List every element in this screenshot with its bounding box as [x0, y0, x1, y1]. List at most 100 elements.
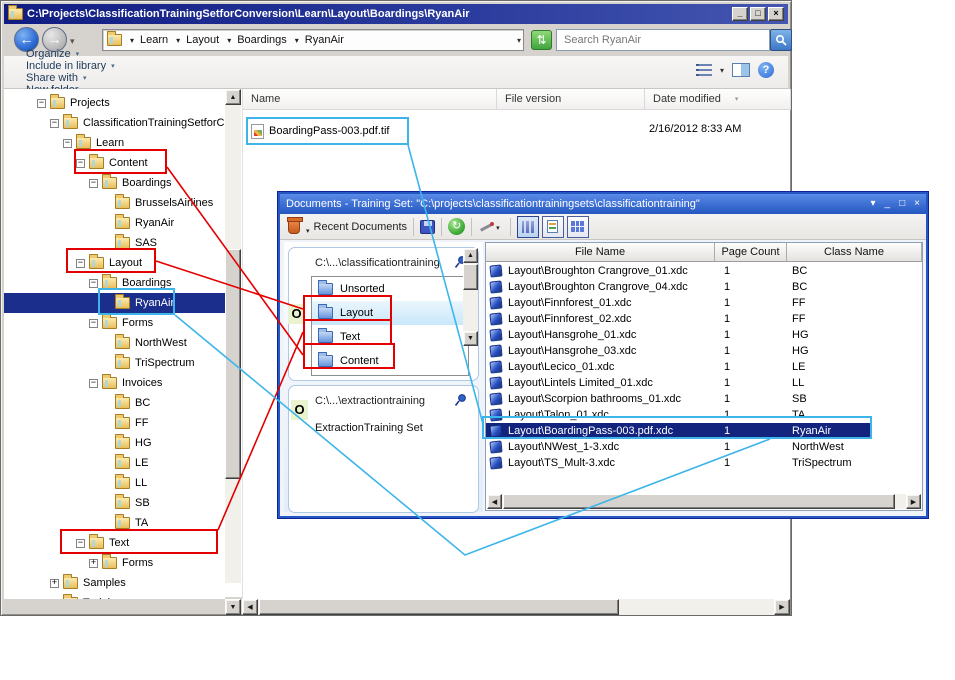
tree-item-layout[interactable]: −Layout — [4, 253, 225, 273]
maximize-button[interactable]: □ — [750, 7, 766, 21]
table-row[interactable]: Layout\Finnforest_02.xdc1FF — [486, 311, 922, 327]
close-button[interactable]: × — [768, 7, 784, 21]
view-document-toggle[interactable] — [542, 216, 564, 238]
tree-item-hg[interactable]: HG — [4, 433, 225, 453]
tree-item-forms[interactable]: +Forms — [4, 553, 225, 573]
table-row[interactable]: Layout\Broughton Crangrove_04.xdc1BC — [486, 279, 922, 295]
change-view-caret-icon[interactable]: ▾ — [720, 66, 724, 75]
tree-item-ff[interactable]: FF — [4, 413, 225, 433]
collapse-icon[interactable]: − — [76, 159, 85, 168]
class-item-unsorted[interactable]: Unsorted — [312, 277, 468, 301]
scroll-thumb[interactable] — [503, 494, 895, 509]
expand-icon[interactable]: + — [89, 559, 98, 568]
breadcrumb-segment[interactable]: Learn — [140, 34, 168, 46]
collapse-icon[interactable]: − — [76, 259, 85, 268]
table-row[interactable]: Layout\TS_Mult-3.xdc1TriSpectrum — [486, 455, 922, 471]
collapse-icon[interactable]: − — [89, 319, 98, 328]
breadcrumb-segment[interactable]: Layout — [186, 34, 219, 46]
breadcrumb-segment[interactable]: RyanAir — [305, 34, 344, 46]
expand-icon[interactable]: + — [50, 599, 59, 600]
scroll-up-icon[interactable]: ▲ — [225, 89, 241, 105]
preview-pane-icon[interactable] — [732, 63, 750, 77]
table-row[interactable]: Layout\NWest_1-3.xdc1NorthWest — [486, 439, 922, 455]
view-columns-toggle[interactable] — [517, 216, 539, 238]
class-item-text[interactable]: Text — [312, 325, 468, 349]
change-view-icon[interactable] — [696, 63, 712, 77]
scroll-right-icon[interactable]: ▶ — [774, 599, 790, 615]
extraction-training-set-name[interactable]: ExtractionTraining Set — [315, 422, 423, 434]
search-button[interactable] — [770, 29, 792, 51]
column-header-file-version[interactable]: File version — [497, 89, 645, 110]
table-row[interactable]: Layout\Scorpion bathrooms_01.xdc1SB — [486, 391, 922, 407]
toolbar-item-organize[interactable]: Organize▾ — [26, 48, 115, 60]
collapse-icon[interactable]: − — [37, 99, 46, 108]
breadcrumb-arrow-icon[interactable]: ▾ — [227, 36, 231, 45]
explorer-titlebar[interactable]: C:\Projects\ClassificationTrainingSetfor… — [4, 4, 788, 24]
scroll-thumb[interactable] — [225, 249, 241, 479]
table-row[interactable]: Layout\Lecico_01.xdc1LE — [486, 359, 922, 375]
tree-item-classificationtrainingsetforc[interactable]: −ClassificationTrainingSetforC — [4, 113, 225, 133]
tree-scrollbar[interactable]: ▲ — [225, 89, 241, 599]
tree-item-samples[interactable]: +Samples — [4, 573, 225, 593]
breadcrumb-dropdown-icon[interactable]: ▾ — [517, 36, 521, 45]
breadcrumb[interactable]: ▾ Learn ▾ Layout ▾ Boardings ▾ RyanAir ▾ — [102, 29, 524, 51]
dialog-menu-icon[interactable]: ▾ — [871, 195, 876, 213]
dialog-minimize-button[interactable]: _ — [885, 195, 891, 213]
class-list-scrollbar[interactable]: ▲ ▼ — [463, 248, 478, 346]
table-row[interactable]: Layout\Talon_01.xdc1TA — [486, 407, 922, 423]
view-thumbnails-toggle[interactable] — [567, 216, 589, 238]
table-column-header-class-name[interactable]: Class Name — [787, 243, 922, 262]
tree-item-northwest[interactable]: NorthWest — [4, 333, 225, 353]
breadcrumb-arrow-icon[interactable]: ▾ — [295, 36, 299, 45]
collapse-icon[interactable]: − — [89, 379, 98, 388]
tree-item-text[interactable]: −Text — [4, 533, 225, 553]
dialog-close-button[interactable]: × — [914, 195, 920, 213]
tree-item-ll[interactable]: LL — [4, 473, 225, 493]
class-item-content[interactable]: Content — [312, 349, 468, 373]
table-row[interactable]: Layout\Hansgrohe_01.xdc1HG — [486, 327, 922, 343]
table-row[interactable]: Layout\Lintels Limited_01.xdc1LL — [486, 375, 922, 391]
help-icon[interactable]: ? — [758, 62, 774, 78]
collapse-icon[interactable]: − — [50, 119, 59, 128]
toolbar-item-share-with[interactable]: Share with▾ — [26, 72, 115, 84]
tree-scroll-down-icon[interactable]: ▼ — [225, 599, 241, 615]
tree-item-ta[interactable]: TA — [4, 513, 225, 533]
tree-item-bc[interactable]: BC — [4, 393, 225, 413]
collapse-icon[interactable]: − — [89, 179, 98, 188]
save-icon[interactable] — [420, 220, 435, 234]
table-row[interactable]: Layout\Finnforest_01.xdc1FF — [486, 295, 922, 311]
dialog-maximize-button[interactable]: □ — [899, 195, 905, 213]
table-column-header-page-count[interactable]: Page Count — [715, 243, 787, 262]
table-column-header-file-name[interactable]: File Name — [486, 243, 715, 262]
column-header-date-modified[interactable]: Date modified▾ — [645, 89, 791, 110]
file-row[interactable]: BoardingPass-003.pdf.tif — [251, 120, 389, 142]
tree-item-projects[interactable]: −Projects — [4, 93, 225, 113]
scroll-right-icon[interactable]: ▶ — [906, 494, 921, 509]
minimize-button[interactable]: _ — [732, 7, 748, 21]
recent-documents-button[interactable]: Recent Documents — [314, 221, 408, 233]
scroll-down-icon[interactable]: ▼ — [463, 331, 478, 346]
classify-tool-icon[interactable] — [478, 220, 494, 234]
tree-item-brusselsairlines[interactable]: BrusselsAirlines — [4, 193, 225, 213]
class-item-layout[interactable]: Layout — [312, 301, 468, 325]
breadcrumb-arrow-icon[interactable]: ▾ — [130, 36, 134, 45]
expand-icon[interactable]: + — [50, 579, 59, 588]
tree-item-invoices[interactable]: −Invoices — [4, 373, 225, 393]
collapse-icon[interactable]: − — [89, 279, 98, 288]
collapse-icon[interactable]: − — [76, 539, 85, 548]
scroll-thumb[interactable] — [463, 264, 478, 290]
breadcrumb-arrow-icon[interactable]: ▾ — [176, 36, 180, 45]
tree-item-training[interactable]: +Training — [4, 593, 225, 599]
toolbar-item-include-in-library[interactable]: Include in library▾ — [26, 60, 115, 72]
table-row[interactable]: Layout\Broughton Crangrove_01.xdc1BC — [486, 263, 922, 279]
pushpin-icon[interactable] — [454, 393, 468, 407]
table-row[interactable]: Layout\BoardingPass-003.pdf.xdc1RyanAir — [486, 423, 922, 439]
breadcrumb-segment[interactable]: Boardings — [237, 34, 287, 46]
collapse-icon[interactable]: − — [63, 139, 72, 148]
table-horizontal-scrollbar[interactable]: ◀ ▶ — [487, 494, 921, 509]
delete-caret-icon[interactable]: ▾ — [306, 227, 310, 235]
tree-item-boardings[interactable]: −Boardings — [4, 273, 225, 293]
tree-item-content[interactable]: −Content — [4, 153, 225, 173]
table-row[interactable]: Layout\Hansgrohe_03.xdc1HG — [486, 343, 922, 359]
delete-icon[interactable] — [288, 219, 300, 234]
